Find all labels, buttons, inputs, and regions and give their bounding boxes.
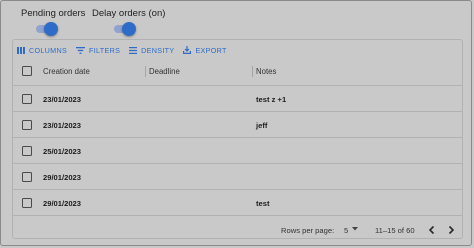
- column-separator[interactable]: [145, 66, 146, 77]
- table-body: 23/01/2023 test z +1 23/01/2023 jeff 25/…: [13, 86, 462, 216]
- table-row[interactable]: 29/01/2023: [13, 164, 462, 190]
- rows-per-page-label: Rows per page:: [281, 226, 335, 235]
- columns-label: COLUMNS: [29, 45, 68, 55]
- page-range: 11–15 of 60: [375, 226, 415, 235]
- switch-thumb: [122, 22, 136, 36]
- table-row[interactable]: 29/01/2023 test: [13, 190, 462, 216]
- columns-button[interactable]: COLUMNS: [17, 46, 67, 55]
- row-checkbox[interactable]: [22, 120, 32, 130]
- chevron-left-icon[interactable]: [426, 224, 438, 236]
- density-button[interactable]: DENSITY: [129, 46, 174, 55]
- grid-toolbar: COLUMNS FILTERS DENSITY EXPORT: [17, 44, 236, 56]
- creation-date-cell: 29/01/2023: [43, 173, 82, 182]
- row-checkbox[interactable]: [22, 94, 32, 104]
- delay-orders-label: Delay orders (on): [92, 8, 166, 19]
- column-separator[interactable]: [252, 66, 253, 77]
- header-creation-date[interactable]: Creation date: [43, 67, 90, 76]
- header-notes[interactable]: Notes: [256, 67, 276, 76]
- select-all-checkbox[interactable]: [22, 66, 32, 76]
- table-row[interactable]: 25/01/2023: [13, 138, 462, 164]
- filters-label: FILTERS: [89, 45, 121, 55]
- row-checkbox[interactable]: [22, 198, 32, 208]
- table-row[interactable]: 23/01/2023 test z +1: [13, 86, 462, 112]
- density-label: DENSITY: [141, 45, 175, 55]
- orders-data-grid: COLUMNS FILTERS DENSITY EXPORT Creation …: [12, 39, 463, 239]
- table-row[interactable]: 23/01/2023 jeff: [13, 112, 462, 138]
- row-checkbox[interactable]: [22, 146, 32, 156]
- column-header-row: Creation date Deadline Notes: [13, 57, 462, 86]
- delay-orders-toggle-group: Delay orders (on): [92, 8, 166, 36]
- switch-thumb: [44, 22, 58, 36]
- columns-icon: [17, 46, 25, 54]
- creation-date-cell: 29/01/2023: [43, 199, 82, 208]
- delay-orders-switch[interactable]: [113, 22, 136, 36]
- creation-date-cell: 25/01/2023: [43, 147, 82, 156]
- notes-cell: jeff: [256, 121, 268, 130]
- rows-per-page-value: 5: [344, 226, 349, 235]
- pending-orders-switch[interactable]: [35, 22, 58, 36]
- chevron-right-icon[interactable]: [445, 224, 457, 236]
- density-icon: [129, 46, 138, 54]
- creation-date-cell: 23/01/2023: [43, 95, 82, 104]
- orders-panel: Pending orders Delay orders (on) COLUMNS…: [0, 0, 472, 246]
- header-deadline[interactable]: Deadline: [149, 67, 180, 76]
- export-button[interactable]: EXPORT: [183, 46, 226, 55]
- filter-icon: [76, 46, 86, 54]
- export-icon: [183, 46, 192, 54]
- creation-date-cell: 23/01/2023: [43, 121, 82, 130]
- caret-down-icon: [352, 227, 358, 231]
- pending-orders-toggle-group: Pending orders: [21, 8, 86, 36]
- pagination-footer: Rows per page: 5 11–15 of 60: [13, 220, 462, 240]
- notes-cell: test z +1: [256, 95, 287, 104]
- pending-orders-label: Pending orders: [21, 8, 86, 19]
- row-checkbox[interactable]: [22, 172, 32, 182]
- notes-cell: test: [256, 199, 270, 208]
- export-label: EXPORT: [195, 45, 227, 55]
- filters-button[interactable]: FILTERS: [76, 46, 120, 55]
- toggle-bar: Pending orders Delay orders (on): [21, 8, 461, 38]
